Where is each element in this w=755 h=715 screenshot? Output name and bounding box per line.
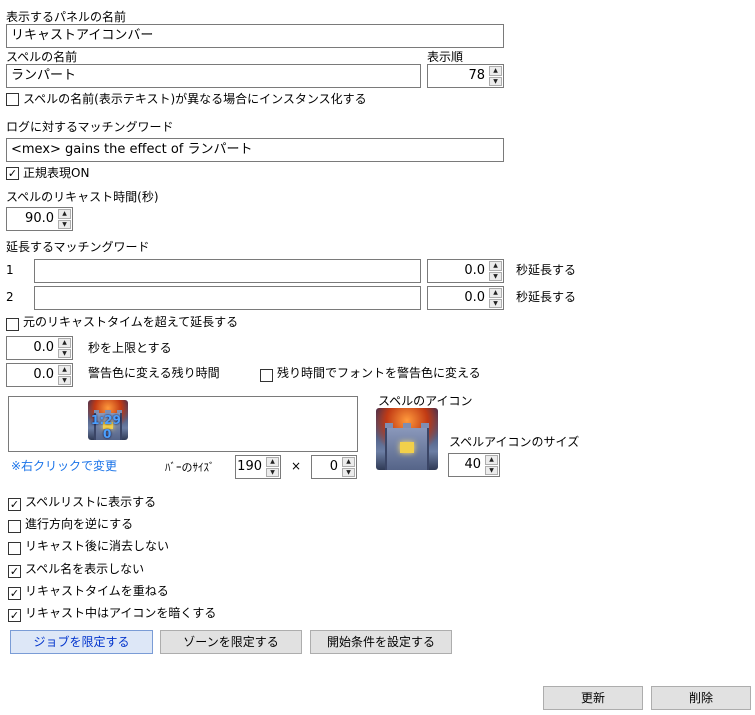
zone-limit-button[interactable]: ゾーンを限定する — [160, 630, 302, 654]
start-condition-button[interactable]: 開始条件を設定する — [310, 630, 452, 654]
spell-name-input[interactable]: ランパート — [6, 64, 421, 88]
option-reverse-direction-checkbox[interactable] — [8, 520, 21, 533]
spell-name-label: スペルの名前 — [6, 50, 78, 64]
option-overlap-recast-checkbox[interactable]: ✓ — [8, 587, 21, 600]
extend-seconds-suffix: 秒延長する — [516, 290, 577, 304]
spell-icon-size-stepper[interactable]: 40 ▲ ▼ — [448, 453, 500, 477]
spin-down-icon[interactable]: ▼ — [485, 465, 498, 475]
recast-time-label: スペルのリキャスト時間(秒) — [6, 190, 159, 204]
regex-checkbox-label: 正規表現ON — [23, 166, 90, 180]
panel-name-input[interactable]: リキャストアイコンバー — [6, 24, 504, 48]
extend-seconds-stepper[interactable]: 0.0 ▲ ▼ — [427, 286, 504, 310]
extend-seconds-suffix: 秒延長する — [516, 263, 577, 277]
log-match-label: ログに対するマッチングワード — [6, 120, 174, 134]
spin-up-icon[interactable]: ▲ — [489, 288, 502, 298]
bar-height-stepper[interactable]: 0 ▲ ▼ — [311, 455, 357, 479]
spin-down-icon[interactable]: ▼ — [58, 348, 71, 358]
instance-checkbox[interactable] — [6, 93, 19, 106]
spin-up-icon[interactable]: ▲ — [58, 365, 71, 375]
extend-seconds-stepper[interactable]: 0.0 ▲ ▼ — [427, 259, 504, 283]
warning-time-stepper[interactable]: 0.0 ▲ ▼ — [6, 363, 73, 387]
upper-limit-suffix: 秒を上限とする — [88, 341, 172, 355]
spell-icon[interactable] — [376, 408, 438, 470]
spin-up-icon[interactable]: ▲ — [58, 338, 71, 348]
spin-up-icon[interactable]: ▲ — [489, 261, 502, 271]
option-label: リキャスト後に消去しない — [25, 539, 170, 553]
option-label: リキャストタイムを重ねる — [25, 584, 169, 598]
delete-button[interactable]: 削除 — [651, 686, 751, 710]
spell-icon-label: スペルのアイコン — [378, 394, 473, 408]
spin-down-icon[interactable]: ▼ — [489, 271, 502, 281]
over-recast-checkbox[interactable] — [6, 318, 19, 331]
extend-word-input[interactable] — [34, 286, 421, 310]
recast-time-stepper[interactable]: 90.0 ▲ ▼ — [6, 207, 73, 231]
spin-up-icon[interactable]: ▲ — [489, 66, 502, 76]
option-label: 進行方向を逆にする — [25, 517, 134, 531]
warning-time-suffix: 警告色に変える残り時間 — [88, 366, 220, 380]
option-label: スペルリストに表示する — [25, 495, 157, 509]
update-button[interactable]: 更新 — [543, 686, 643, 710]
warning-font-checkbox-label: 残り時間でフォントを警告色に変える — [277, 366, 481, 380]
spin-up-icon[interactable]: ▲ — [342, 457, 355, 467]
extend-row-index: 2 — [6, 290, 14, 304]
extend-word-input[interactable] — [34, 259, 421, 283]
upper-limit-value[interactable]: 0.0 — [7, 337, 57, 359]
spell-icon-size-label: スペルアイコンのサイズ — [449, 435, 580, 449]
recast-overlay-text: 1:29 — [91, 413, 121, 427]
display-order-value[interactable]: 78 — [428, 65, 488, 87]
extend-words-label: 延長するマッチングワード — [6, 240, 150, 254]
option-show-in-list-checkbox[interactable]: ✓ — [8, 498, 21, 511]
instance-checkbox-label: スペルの名前(表示テキスト)が異なる場合にインスタンス化する — [23, 92, 367, 106]
extend-row-index: 1 — [6, 263, 14, 277]
bar-height-value[interactable]: 0 — [312, 456, 341, 478]
spin-up-icon[interactable]: ▲ — [485, 455, 498, 465]
spin-down-icon[interactable]: ▼ — [58, 219, 71, 229]
bar-size-label: ﾊﾞｰのｻｲｽﾞ — [165, 461, 215, 474]
warning-time-value[interactable]: 0.0 — [7, 364, 57, 386]
spin-down-icon[interactable]: ▼ — [489, 298, 502, 308]
warning-font-checkbox[interactable] — [260, 369, 273, 382]
upper-limit-stepper[interactable]: 0.0 ▲ ▼ — [6, 336, 73, 360]
spin-down-icon[interactable]: ▼ — [266, 467, 279, 477]
recast-time-value[interactable]: 90.0 — [7, 208, 57, 230]
bar-width-value[interactable]: 190 — [236, 456, 265, 478]
spin-down-icon[interactable]: ▼ — [489, 76, 502, 86]
display-order-stepper[interactable]: 78 ▲ ▼ — [427, 64, 504, 88]
extend-seconds-value[interactable]: 0.0 — [428, 260, 488, 282]
spell-icon-size-value[interactable]: 40 — [449, 454, 484, 476]
option-darken-icon-checkbox[interactable]: ✓ — [8, 609, 21, 622]
spin-up-icon[interactable]: ▲ — [266, 457, 279, 467]
bar-preview-panel[interactable]: 1:29 0 — [8, 396, 358, 452]
spin-up-icon[interactable]: ▲ — [58, 209, 71, 219]
option-hide-spell-name-checkbox[interactable]: ✓ — [8, 565, 21, 578]
option-keep-after-recast-checkbox[interactable] — [8, 542, 21, 555]
log-match-input[interactable]: <mex> gains the effect of ランパート — [6, 138, 504, 162]
extend-seconds-value[interactable]: 0.0 — [428, 287, 488, 309]
regex-checkbox[interactable]: ✓ — [6, 167, 19, 180]
bar-size-times: × — [291, 459, 302, 473]
display-order-label: 表示順 — [427, 50, 464, 64]
spin-down-icon[interactable]: ▼ — [342, 467, 355, 477]
job-limit-button[interactable]: ジョブを限定する — [10, 630, 153, 654]
spin-down-icon[interactable]: ▼ — [58, 375, 71, 385]
option-label: スペル名を表示しない — [25, 562, 145, 576]
panel-name-label: 表示するパネルの名前 — [6, 10, 127, 24]
right-click-hint: ※右クリックで変更 — [11, 459, 118, 473]
over-recast-checkbox-label: 元のリキャストタイムを超えて延長する — [23, 315, 239, 329]
option-label: リキャスト中はアイコンを暗くする — [25, 606, 217, 620]
recast-overlay-sub: 0 — [103, 427, 112, 441]
bar-width-stepper[interactable]: 190 ▲ ▼ — [235, 455, 281, 479]
